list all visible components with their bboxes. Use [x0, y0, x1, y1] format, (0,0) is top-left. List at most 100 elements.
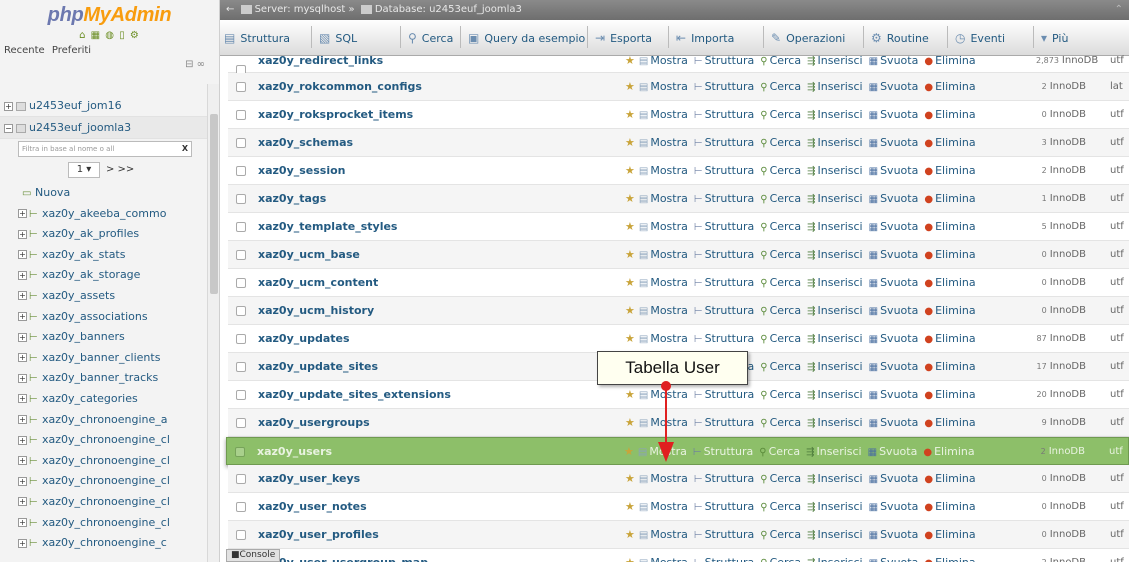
structure-action[interactable]: ⊢Struttura — [694, 332, 754, 345]
table-row[interactable]: xaz0y_template_styles ★ ▤ Mostra ⊢ Struttura ⚲… — [228, 213, 1129, 241]
search-action[interactable]: ⚲Cerca — [760, 332, 801, 345]
drop-action[interactable]: ●Elimina — [924, 528, 975, 541]
insert-action[interactable]: ⇶Inserisci — [807, 192, 863, 205]
search-action[interactable]: ⚲Cerca — [760, 416, 801, 429]
row-checkbox[interactable] — [236, 138, 246, 148]
browse-action[interactable]: ▤Mostra — [639, 248, 688, 261]
browse-action[interactable]: ▤Mostra — [639, 276, 688, 289]
nav-table-item[interactable]: + ⊢ xaz0y_chronoengine_cl — [0, 451, 207, 472]
empty-action[interactable]: ▦Svuota — [869, 500, 919, 513]
table-filter-input[interactable]: Filtra in base al nome o all X — [18, 141, 192, 157]
table-row[interactable]: xaz0y_ucm_content ★ ▤ Mostra ⊢ Struttura ⚲ Cerc… — [228, 269, 1129, 297]
favorite-star-icon[interactable]: ★ — [625, 220, 635, 233]
browse-action[interactable]: ▤Mostra — [639, 556, 688, 562]
insert-action[interactable]: ⇶Inserisci — [807, 388, 863, 401]
table-name-link[interactable]: xaz0y_user_usergroup_map — [258, 549, 428, 562]
nav-table-item[interactable]: + ⊢ xaz0y_chronoengine_cl — [0, 492, 207, 513]
favorite-star-icon[interactable]: ★ — [625, 472, 635, 485]
nav-table-item[interactable]: + ⊢ xaz0y_categories — [0, 389, 207, 410]
nav-scrollbar-thumb[interactable] — [210, 114, 218, 294]
search-action[interactable]: ⚲Cerca — [760, 136, 801, 149]
table-row[interactable]: xaz0y_tags ★ ▤ Mostra ⊢ Struttura ⚲ Cerca ⇶ Inser… — [228, 185, 1129, 213]
drop-action[interactable]: ●Elimina — [924, 220, 975, 233]
empty-action[interactable]: ▦Svuota — [869, 556, 919, 562]
table-name-link[interactable]: xaz0y_updates — [258, 325, 350, 353]
structure-action[interactable]: ⊢Struttura — [694, 80, 754, 93]
drop-action[interactable]: ●Elimina — [924, 80, 975, 93]
tab-recent[interactable]: Recente — [4, 45, 45, 56]
table-row[interactable]: xaz0y_ucm_base ★ ▤ Mostra ⊢ Struttura ⚲ Cerca ⇶ I… — [228, 241, 1129, 269]
new-table-link[interactable]: ▭ Nuova — [0, 183, 207, 204]
expand-icon[interactable]: + — [18, 312, 27, 322]
drop-action[interactable]: ●Elimina — [924, 192, 975, 205]
nav-table-item[interactable]: + ⊢ xaz0y_ak_profiles — [0, 224, 207, 245]
favorite-star-icon[interactable]: ★ — [625, 54, 635, 67]
tab-esporta[interactable]: ⇥ Esporta — [595, 20, 652, 56]
table-row[interactable]: xaz0y_user_profiles ★ ▤ Mostra ⊢ Struttura ⚲ Ce… — [228, 521, 1129, 549]
structure-action[interactable]: ⊢Struttura — [694, 388, 754, 401]
drop-action[interactable]: ●Elimina — [924, 108, 975, 121]
empty-action[interactable]: ▦Svuota — [869, 136, 919, 149]
structure-action[interactable]: ⊢Struttura — [694, 500, 754, 513]
table-name-link[interactable]: xaz0y_session — [258, 157, 346, 185]
clear-filter-button[interactable]: X — [182, 142, 188, 156]
insert-action[interactable]: ⇶Inserisci — [807, 276, 863, 289]
table-name-link[interactable]: xaz0y_users — [257, 438, 332, 466]
expand-icon[interactable]: + — [18, 291, 27, 301]
table-row[interactable]: xaz0y_redirect_links ★ ▤ Mostra ⊢ Struttura ⚲ C… — [228, 54, 1129, 75]
structure-action[interactable]: ⊢Struttura — [694, 136, 754, 149]
table-name-link[interactable]: xaz0y_rokcommon_configs — [258, 73, 422, 101]
empty-action[interactable]: ▦Svuota — [869, 416, 919, 429]
table-row[interactable]: xaz0y_ucm_history ★ ▤ Mostra ⊢ Struttura ⚲ Cerc… — [228, 297, 1129, 325]
back-arrow-icon[interactable]: ← — [226, 4, 234, 15]
table-name-link[interactable]: xaz0y_ucm_content — [258, 269, 378, 297]
insert-action[interactable]: ⇶Inserisci — [807, 472, 863, 485]
table-row[interactable]: xaz0y_user_notes ★ ▤ Mostra ⊢ Struttura ⚲ Cerca… — [228, 493, 1129, 521]
collapse-icon[interactable]: − — [4, 123, 13, 133]
table-row[interactable]: xaz0y_roksprocket_items ★ ▤ Mostra ⊢ Struttur… — [228, 101, 1129, 129]
drop-action[interactable]: ●Elimina — [923, 445, 974, 458]
structure-action[interactable]: ⊢Struttura — [693, 445, 753, 458]
nav-table-item[interactable]: + ⊢ xaz0y_assets — [0, 286, 207, 307]
row-checkbox[interactable] — [236, 530, 246, 540]
expand-icon[interactable]: + — [18, 415, 27, 425]
page-select[interactable]: 1 ▾ — [68, 162, 100, 178]
search-action[interactable]: ⚲Cerca — [760, 360, 801, 373]
tab-struttura[interactable]: ▤ Struttura — [224, 20, 290, 56]
row-checkbox[interactable] — [236, 194, 246, 204]
nav-table-item[interactable]: + ⊢ xaz0y_chronoengine_cl — [0, 513, 207, 534]
expand-icon[interactable]: + — [18, 538, 27, 548]
table-row[interactable]: xaz0y_rokcommon_configs ★ ▤ Mostra ⊢ Struttur… — [228, 73, 1129, 101]
table-name-link[interactable]: xaz0y_schemas — [258, 129, 353, 157]
structure-action[interactable]: ⊢Struttura — [694, 556, 754, 562]
browse-action[interactable]: ▤Mostra — [639, 472, 688, 485]
nav-table-item[interactable]: + ⊢ xaz0y_chronoengine_a — [0, 410, 207, 431]
phpmyadmin-logo[interactable]: phpMyAdmin — [0, 0, 219, 30]
insert-action[interactable]: ⇶Inserisci — [807, 248, 863, 261]
browse-action[interactable]: ▤Mostra — [639, 80, 688, 93]
table-name-link[interactable]: xaz0y_update_sites — [258, 353, 378, 381]
nav-scrollbar[interactable] — [207, 84, 219, 562]
insert-action[interactable]: ⇶Inserisci — [807, 164, 863, 177]
browse-action[interactable]: ▤Mostra — [639, 54, 688, 67]
table-row[interactable]: xaz0y_user_usergroup_map ★ ▤Mostra ⊢Struttu… — [228, 549, 1129, 562]
expand-icon[interactable]: + — [18, 353, 27, 363]
expand-icon[interactable]: + — [18, 456, 27, 466]
row-checkbox[interactable] — [236, 334, 246, 344]
empty-action[interactable]: ▦Svuota — [868, 445, 918, 458]
drop-action[interactable]: ●Elimina — [924, 332, 975, 345]
structure-action[interactable]: ⊢Struttura — [694, 416, 754, 429]
browse-action[interactable]: ▤Mostra — [639, 528, 688, 541]
nav-table-item[interactable]: + ⊢ xaz0y_banner_clients — [0, 348, 207, 369]
table-name-link[interactable]: xaz0y_ucm_base — [258, 241, 360, 269]
structure-action[interactable]: ⊢Struttura — [694, 192, 754, 205]
tab-importa[interactable]: ⇤ Importa — [676, 20, 734, 56]
search-action[interactable]: ⚲Cerca — [760, 304, 801, 317]
favorite-star-icon[interactable]: ★ — [625, 500, 635, 513]
drop-action[interactable]: ●Elimina — [924, 248, 975, 261]
structure-action[interactable]: ⊢Struttura — [694, 276, 754, 289]
tab-routine[interactable]: ⚙ Routine — [871, 20, 929, 56]
structure-action[interactable]: ⊢Struttura — [694, 164, 754, 177]
insert-action[interactable]: ⇶Inserisci — [807, 360, 863, 373]
favorite-star-icon[interactable]: ★ — [625, 136, 635, 149]
